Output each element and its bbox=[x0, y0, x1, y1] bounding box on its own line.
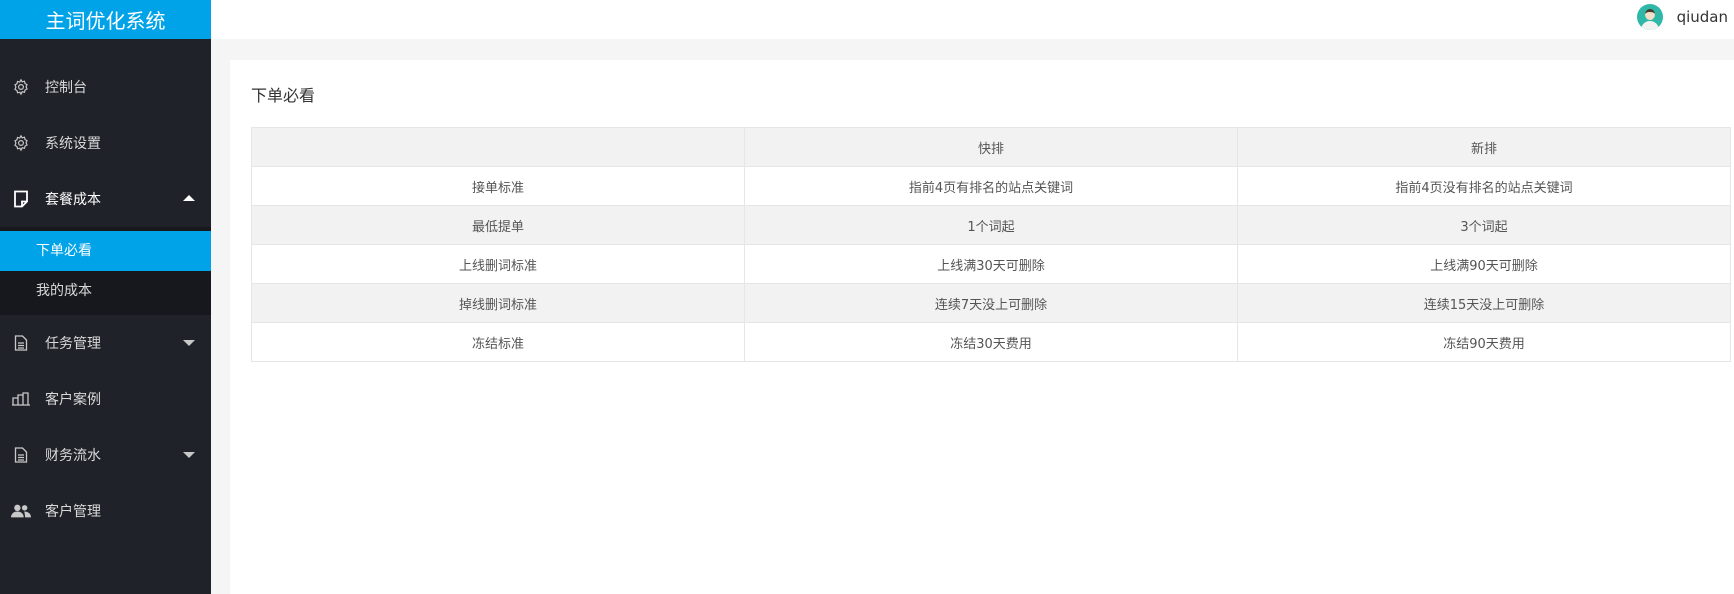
table-cell: 指前4页有排名的站点关键词 bbox=[744, 166, 1238, 206]
table-header-cell bbox=[251, 127, 745, 167]
sidebar-item-settings[interactable]: 系统设置 bbox=[0, 115, 211, 171]
table-row: 最低提单 1个词起 3个词起 bbox=[251, 205, 1731, 245]
table-cell: 指前4页没有排名的站点关键词 bbox=[1237, 166, 1731, 206]
table-header-row: 快排 新排 bbox=[251, 127, 1731, 167]
table-cell: 3个词起 bbox=[1237, 205, 1731, 245]
user-menu[interactable]: qiudan bbox=[1636, 3, 1728, 31]
file-icon bbox=[11, 333, 31, 353]
gear-icon bbox=[11, 77, 31, 97]
table-header-cell: 快排 bbox=[744, 127, 1238, 167]
table-row: 接单标准 指前4页有排名的站点关键词 指前4页没有排名的站点关键词 bbox=[251, 166, 1731, 206]
table-cell: 冻结标准 bbox=[251, 322, 745, 362]
chevron-down-icon[interactable] bbox=[183, 340, 195, 346]
table-cell: 1个词起 bbox=[744, 205, 1238, 245]
sidebar-item-tasks[interactable]: 任务管理 bbox=[0, 315, 211, 371]
table-cell: 连续15天没上可删除 bbox=[1237, 283, 1731, 323]
sub-item-order-notes[interactable]: 下单必看 bbox=[0, 231, 211, 271]
order-notes-table: 快排 新排 接单标准 指前4页有排名的站点关键词 指前4页没有排名的站点关键词 … bbox=[251, 127, 1731, 362]
sidebar: 控制台 系统设置 套餐成本 下单必看 我的成本 任务管理 客户案例 财务流水 客… bbox=[0, 39, 211, 594]
gear-icon bbox=[11, 133, 31, 153]
table-header-cell: 新排 bbox=[1237, 127, 1731, 167]
main-content: 下单必看 快排 新排 接单标准 指前4页有排名的站点关键词 指前4页没有排名的站… bbox=[230, 60, 1734, 594]
sidebar-item-cases[interactable]: 客户案例 bbox=[0, 371, 211, 427]
sidebar-item-label: 客户案例 bbox=[45, 392, 101, 408]
chevron-up-icon[interactable] bbox=[183, 195, 195, 201]
table-cell: 连续7天没上可删除 bbox=[744, 283, 1238, 323]
table-cell: 接单标准 bbox=[251, 166, 745, 206]
app-title: 主词优化系统 bbox=[0, 0, 211, 39]
sidebar-item-label: 套餐成本 bbox=[45, 192, 101, 208]
sub-item-my-cost[interactable]: 我的成本 bbox=[0, 271, 211, 311]
sidebar-item-customers[interactable]: 客户管理 bbox=[0, 483, 211, 539]
chevron-down-icon[interactable] bbox=[183, 452, 195, 458]
sidebar-item-label: 系统设置 bbox=[45, 136, 101, 152]
table-cell: 掉线删词标准 bbox=[251, 283, 745, 323]
table-cell: 上线满90天可删除 bbox=[1237, 244, 1731, 284]
table-row: 冻结标准 冻结30天费用 冻结90天费用 bbox=[251, 322, 1731, 362]
sidebar-item-label: 财务流水 bbox=[45, 448, 101, 464]
sidebar-item-label: 控制台 bbox=[45, 80, 87, 96]
table-row: 上线删词标准 上线满30天可删除 上线满90天可删除 bbox=[251, 244, 1731, 284]
table-cell: 最低提单 bbox=[251, 205, 745, 245]
table-cell: 上线删词标准 bbox=[251, 244, 745, 284]
page-title: 下单必看 bbox=[251, 86, 316, 105]
sidebar-item-label: 任务管理 bbox=[45, 336, 101, 352]
sidebar-item-dashboard[interactable]: 控制台 bbox=[0, 59, 211, 115]
file-icon bbox=[11, 445, 31, 465]
username[interactable]: qiudan bbox=[1677, 8, 1728, 26]
table-cell: 上线满30天可删除 bbox=[744, 244, 1238, 284]
sidebar-item-label: 客户管理 bbox=[45, 504, 101, 520]
table-row: 掉线删词标准 连续7天没上可删除 连续15天没上可删除 bbox=[251, 283, 1731, 323]
table-cell: 冻结30天费用 bbox=[744, 322, 1238, 362]
sidebar-item-finance[interactable]: 财务流水 bbox=[0, 427, 211, 483]
document-icon bbox=[11, 189, 31, 209]
table-cell: 冻结90天费用 bbox=[1237, 322, 1731, 362]
avatar[interactable] bbox=[1636, 4, 1663, 30]
users-icon bbox=[11, 501, 31, 521]
sidebar-item-package-cost[interactable]: 套餐成本 bbox=[0, 171, 211, 227]
top-bar: qiudan bbox=[211, 0, 1734, 39]
buildings-icon bbox=[11, 389, 31, 409]
sub-nav: 下单必看 我的成本 bbox=[0, 227, 211, 315]
